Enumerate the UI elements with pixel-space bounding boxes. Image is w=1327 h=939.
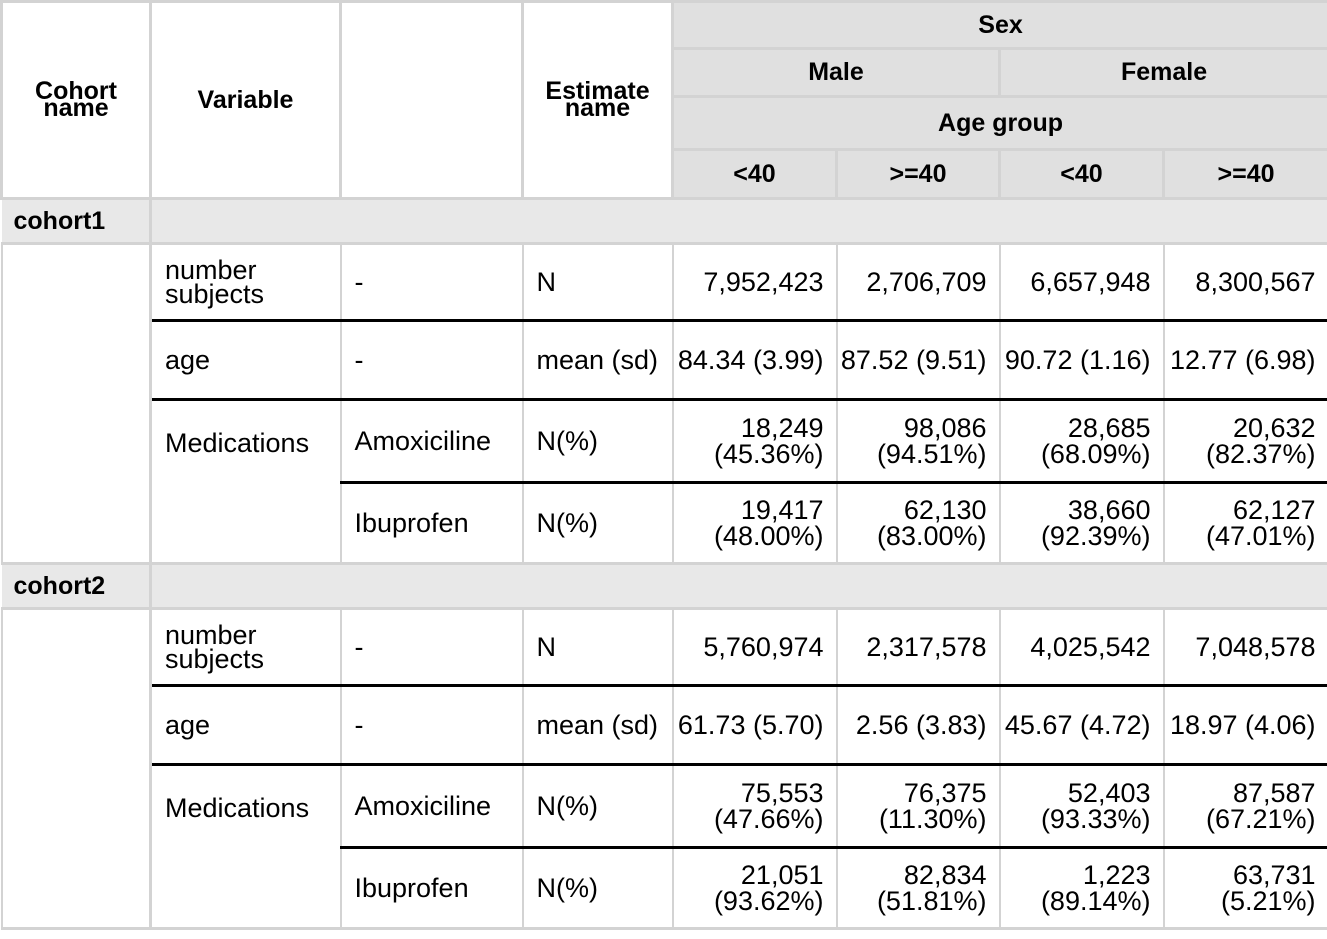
estimate-name-cell: N (522, 243, 674, 322)
estimate-value-cell: 62,127 (47.01%) (1163, 482, 1327, 565)
variable-cell: age (150, 685, 342, 766)
header-age-group: Age group (670, 95, 1327, 151)
estimate-value-cell: 8,300,567 (1163, 243, 1327, 322)
estimate-value-cell: 12.77 (6.98) (1163, 320, 1327, 401)
estimate-value-cell: 2,706,709 (836, 243, 1001, 322)
table-row: Medications Amoxiciline N(%) 18,249 (45.36%… (2, 399, 1327, 565)
estimate-value-cell: 18,249 (45.36%) (672, 399, 838, 484)
estimate-value-cell: 21,051 (93.62%) (672, 847, 838, 930)
estimate-value-cell: 20,632 (82.37%) (1163, 399, 1327, 484)
group-row: cohort1 (1, 197, 1327, 245)
estimate-value-cell: 1,223 (89.14%) (999, 847, 1165, 930)
estimate-value-cell: 38,660 (92.39%) (999, 482, 1165, 565)
group-row-fill (150, 197, 1327, 245)
group-label: cohort2 (1, 562, 152, 610)
level-cell: Ibuprofen (340, 847, 524, 930)
estimate-value-cell: 18.97 (4.06) (1163, 685, 1327, 766)
estimate-value-cell: 76,375 (11.30%) (836, 764, 1001, 849)
table-row: age - mean (sd) 61.73 (5.70) 2.56 (3.83) 45.6… (2, 685, 1327, 766)
estimate-value-cell: 84.34 (3.99) (672, 320, 838, 401)
estimate-name-cell: N(%) (522, 482, 674, 565)
header-age-level: >=40 (1161, 148, 1327, 200)
estimate-value-cell: 5,760,974 (672, 608, 838, 687)
level-cell: Amoxiciline (340, 764, 524, 849)
estimate-value-cell: 7,048,578 (1163, 608, 1327, 687)
cohort-blank-cell (0, 243, 152, 565)
header-cohort-name: Cohort name (0, 0, 152, 200)
estimate-value-cell: 28,685 (68.09%) (999, 399, 1165, 484)
header-level (339, 0, 524, 200)
level-cell: Ibuprofen (340, 482, 524, 565)
level-cell: - (340, 243, 524, 322)
header-age-level: <40 (998, 148, 1165, 200)
variable-cell: Medications (150, 764, 342, 930)
estimate-name-cell: mean (sd) (522, 685, 674, 766)
estimate-value-cell: 90.72 (1.16) (999, 320, 1165, 401)
estimate-value-cell: 87,587 (67.21%) (1163, 764, 1327, 849)
level-cell: Amoxiciline (340, 399, 524, 484)
table-body: cohort1 number subjects - N 7,952,423 2,706,7… (0, 197, 1327, 930)
estimate-value-cell: 2,317,578 (836, 608, 1001, 687)
table-row: number subjects - N 7,952,423 2,706,709 6,657… (0, 243, 1327, 565)
summary-table: Cohort name Variable Estimate name Sex M… (0, 0, 1327, 930)
estimate-value-cell: 4,025,542 (999, 608, 1165, 687)
estimate-value-cell: 19,417 (48.00%) (672, 482, 838, 565)
estimate-value-cell: 6,657,948 (999, 243, 1165, 322)
header-sex: Sex (670, 0, 1327, 50)
estimate-value-cell: 82,834 (51.81%) (836, 847, 1001, 930)
level-cell: - (340, 685, 524, 766)
estimate-value-cell: 61.73 (5.70) (672, 685, 838, 766)
estimate-value-cell: 2.56 (3.83) (836, 685, 1001, 766)
header-age-level: <40 (671, 148, 838, 200)
estimate-name-cell: mean (sd) (522, 320, 674, 401)
table-row: age - mean (sd) 84.34 (3.99) 87.52 (9.51) 90.… (2, 320, 1327, 401)
variable-cell: number subjects (150, 243, 342, 322)
estimate-value-cell: 63,731 (5.21%) (1163, 847, 1327, 930)
estimate-value-cell: 52,403 (93.33%) (999, 764, 1165, 849)
group-row-fill (150, 562, 1327, 610)
level-cell: - (340, 608, 524, 687)
variable-cell: Medications (150, 399, 342, 565)
estimate-value-cell: 87.52 (9.51) (836, 320, 1001, 401)
table-header: Cohort name Variable Estimate name Sex M… (0, 0, 1327, 200)
header-variable: Variable (149, 0, 342, 200)
table-row: Medications Amoxiciline N(%) 75,553 (47.66%… (2, 764, 1327, 930)
header-estimate-name: Estimate name (521, 0, 674, 200)
header-female: Female (997, 47, 1327, 98)
estimate-value-cell: 75,553 (47.66%) (672, 764, 838, 849)
header-age-level: >=40 (835, 148, 1001, 200)
header-male: Male (671, 47, 1001, 98)
level-cell: - (340, 320, 524, 401)
group-label: cohort1 (1, 197, 152, 245)
estimate-name-cell: N(%) (522, 847, 674, 930)
variable-cell: age (150, 320, 342, 401)
estimate-value-cell: 62,130 (83.00%) (836, 482, 1001, 565)
estimate-value-cell: 7,952,423 (672, 243, 838, 322)
cohort-blank-cell (0, 608, 152, 930)
estimate-name-cell: N(%) (522, 399, 674, 484)
table-row: number subjects - N 5,760,974 2,317,578 4,025… (0, 608, 1327, 930)
estimate-value-cell: 98,086 (94.51%) (836, 399, 1001, 484)
estimate-name-cell: N(%) (522, 764, 674, 849)
group-row: cohort2 (1, 562, 1327, 610)
estimate-value-cell: 45.67 (4.72) (999, 685, 1165, 766)
estimate-name-cell: N (522, 608, 674, 687)
variable-cell: number subjects (150, 608, 342, 687)
